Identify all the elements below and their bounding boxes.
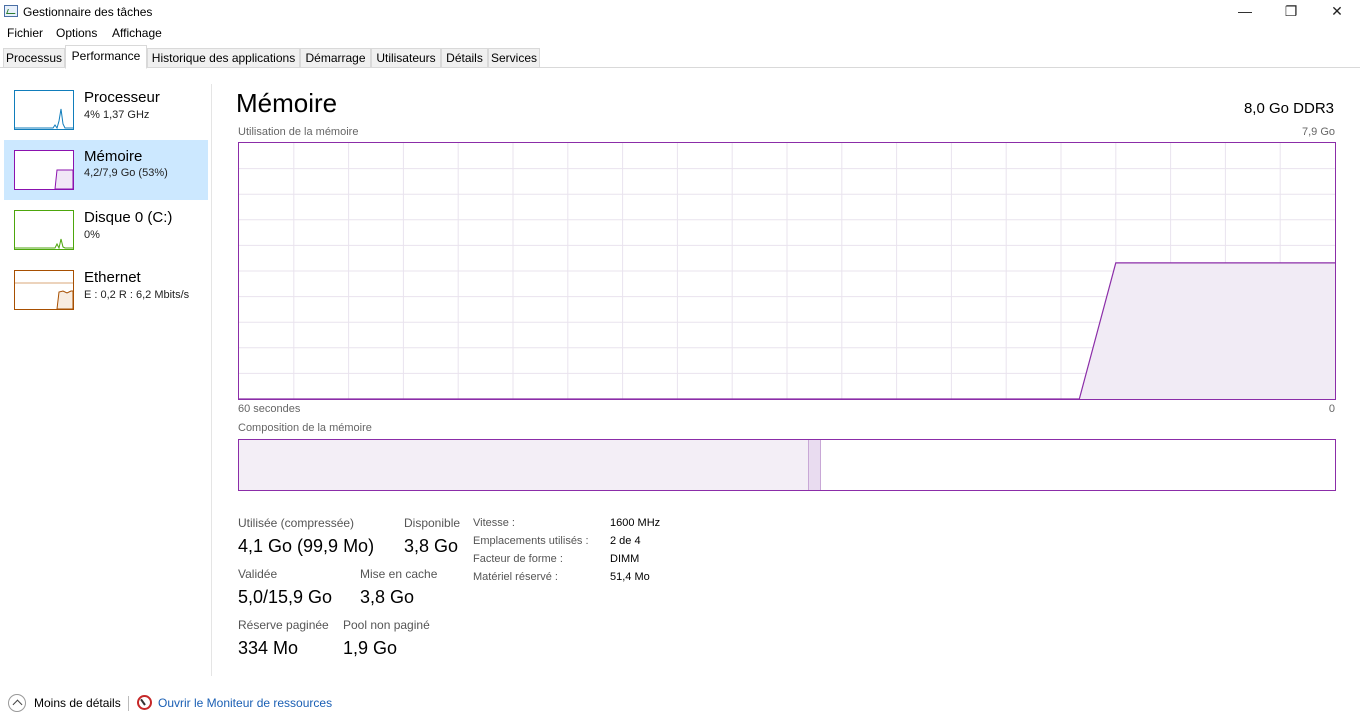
stat-cached-label: Mise en cache: [360, 567, 438, 581]
sidebar-item-value: 0%: [84, 229, 100, 241]
info-form-label: Facteur de forme :: [473, 553, 563, 565]
menu-fichier[interactable]: Fichier: [7, 26, 43, 40]
composition-label: Composition de la mémoire: [238, 422, 372, 434]
stat-committed-label: Validée: [238, 567, 278, 581]
resource-monitor-icon[interactable]: [137, 695, 152, 710]
tab-historique[interactable]: Historique des applications: [147, 48, 300, 68]
composition-in-use[interactable]: [239, 440, 809, 490]
page-title: Mémoire: [236, 88, 338, 118]
stat-available-value: 3,8 Go: [404, 536, 459, 556]
info-slots-label: Emplacements utilisés :: [473, 535, 589, 547]
stat-nonpaged-label: Pool non paginé: [343, 618, 430, 632]
info-reserved-label: Matériel réservé :: [473, 571, 558, 583]
info-speed-value: 1600 MHz: [610, 517, 661, 529]
stat-nonpaged-value: 1,9 Go: [343, 638, 398, 658]
sidebar-item-memoire[interactable]: Mémoire 4,2/7,9 Go (53%): [4, 140, 208, 200]
tab-utilisateurs[interactable]: Utilisateurs: [371, 48, 441, 68]
sidebar-item-value: 4% 1,37 GHz: [84, 109, 150, 121]
disk-graph-icon: [14, 210, 74, 250]
stat-used-label: Utilisée (compressée): [238, 516, 355, 530]
menu-bar: Fichier Options Affichage: [0, 24, 1360, 44]
task-manager-icon: [4, 5, 18, 17]
title-bar: Gestionnaire des tâches — ❐ ✕: [0, 0, 1360, 24]
memory-usage-chart: [238, 142, 1336, 400]
stat-paged-label: Réserve paginée: [238, 618, 329, 632]
tab-processus[interactable]: Processus: [3, 48, 65, 68]
chevron-up-icon[interactable]: [8, 694, 26, 712]
sidebar-item-label: Disque 0 (C:): [84, 209, 173, 226]
tab-services[interactable]: Services: [488, 48, 540, 68]
tab-strip: Processus Performance Historique des app…: [0, 45, 1360, 69]
usage-chart-label: Utilisation de la mémoire: [238, 126, 359, 138]
usage-chart-max: 7,9 Go: [1301, 126, 1335, 138]
sidebar-item-label: Ethernet: [84, 269, 141, 286]
tab-details[interactable]: Détails: [441, 48, 488, 68]
sidebar-item-label: Mémoire: [84, 148, 143, 165]
info-reserved-value: 51,4 Mo: [610, 571, 650, 583]
cpu-graph-icon: [14, 90, 74, 130]
info-slots-value: 2 de 4: [610, 535, 641, 547]
menu-options[interactable]: Options: [56, 26, 97, 40]
resource-sidebar: Processeur 4% 1,37 GHz Mémoire 4,2/7,9 G…: [0, 84, 212, 676]
memory-graph-icon: [14, 150, 74, 190]
menu-affichage[interactable]: Affichage: [112, 26, 162, 40]
composition-modified[interactable]: [809, 440, 821, 490]
chart-time-left: 60 secondes: [238, 403, 301, 415]
info-speed-label: Vitesse :: [473, 517, 515, 529]
sidebar-item-value: E : 0,2 R : 6,2 Mbits/s: [84, 289, 190, 301]
memory-composition-bar[interactable]: [238, 439, 1336, 491]
sidebar-item-value: 4,2/7,9 Go (53%): [84, 167, 168, 179]
ethernet-graph-icon: [14, 270, 74, 310]
minimize-button[interactable]: —: [1222, 0, 1268, 24]
memory-type: 8,0 Go DDR3: [1243, 100, 1334, 117]
sidebar-item-label: Processeur: [84, 89, 160, 106]
chart-time-right: 0: [1328, 403, 1335, 415]
less-details-button[interactable]: Moins de détails: [34, 696, 121, 710]
sidebar-item-ethernet[interactable]: Ethernet E : 0,2 R : 6,2 Mbits/s: [4, 264, 208, 324]
window-title: Gestionnaire des tâches: [23, 5, 153, 19]
maximize-button[interactable]: ❐: [1268, 0, 1314, 24]
tab-demarrage[interactable]: Démarrage: [300, 48, 371, 68]
footer-divider: [128, 696, 129, 711]
stat-committed-value: 5,0/15,9 Go: [238, 587, 333, 607]
close-button[interactable]: ✕: [1314, 0, 1360, 24]
tab-performance[interactable]: Performance: [65, 45, 147, 69]
memory-usage-plot: [239, 143, 1335, 399]
info-form-value: DIMM: [610, 553, 640, 565]
sidebar-item-processeur[interactable]: Processeur 4% 1,37 GHz: [4, 84, 208, 144]
resource-monitor-link[interactable]: Ouvrir le Moniteur de ressources: [158, 696, 332, 710]
footer: Moins de détails Ouvrir le Moniteur de r…: [0, 690, 1360, 718]
sidebar-item-disque[interactable]: Disque 0 (C:) 0%: [4, 204, 208, 264]
stat-available-label: Disponible: [404, 516, 461, 530]
stat-paged-value: 334 Mo: [238, 638, 299, 658]
stat-cached-value: 3,8 Go: [360, 587, 415, 607]
stat-used-value: 4,1 Go (99,9 Mo): [238, 536, 375, 556]
